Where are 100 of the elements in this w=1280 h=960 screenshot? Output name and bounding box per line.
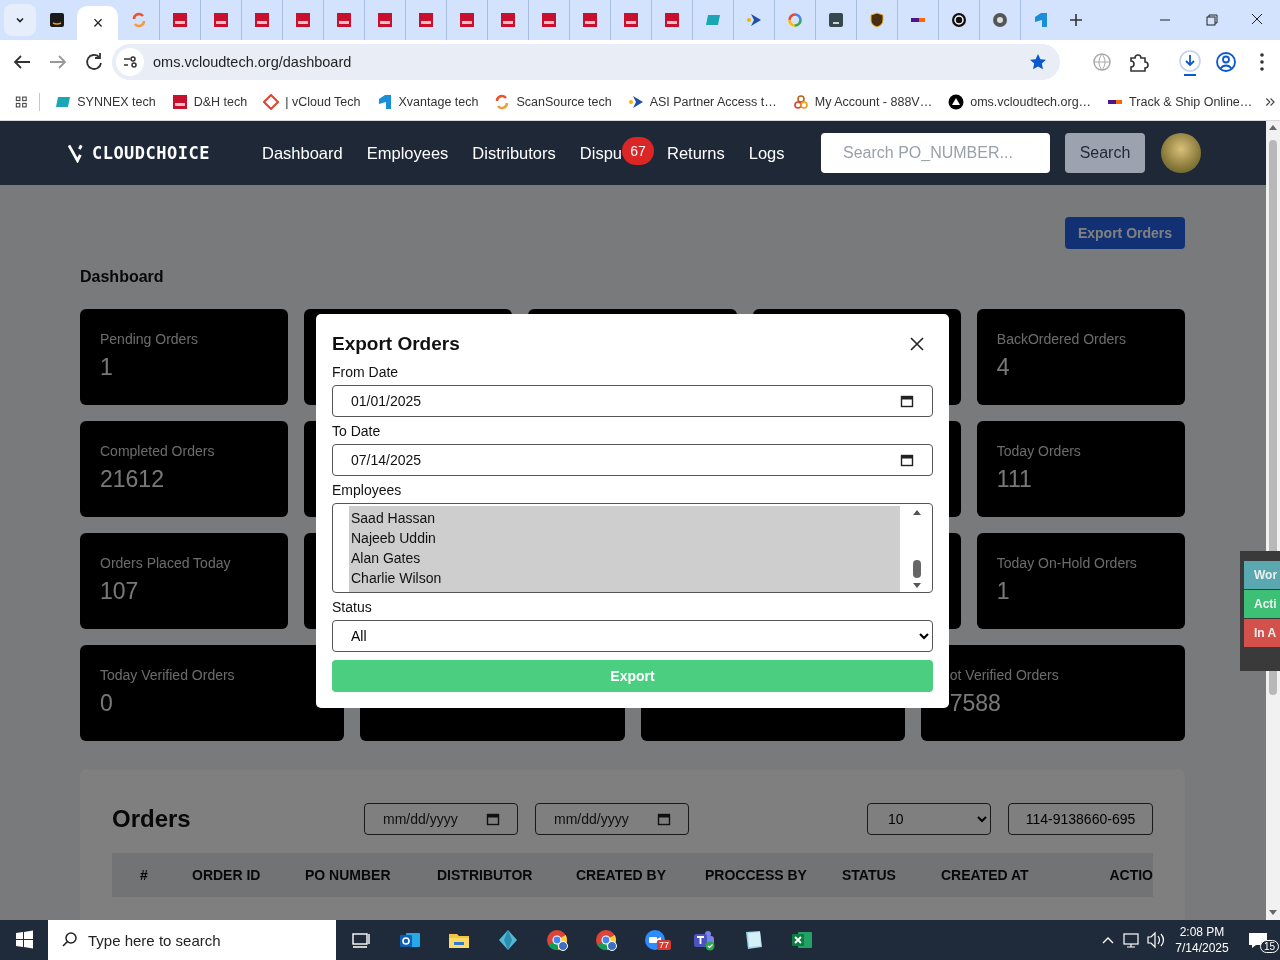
browser-tab[interactable]: ×: [77, 6, 118, 40]
search-field[interactable]: Type here to search: [48, 920, 336, 960]
clock-date[interactable]: 7/14/2025: [1175, 940, 1229, 956]
site-icon: [254, 12, 270, 28]
stat-value: 7588: [949, 690, 1002, 717]
nav-link[interactable]: Dispu: [579, 143, 622, 163]
site-icon: [213, 12, 229, 28]
site-icon: [131, 12, 147, 28]
bookmark[interactable]: ScanSource tech: [486, 88, 620, 116]
field-label: From Date: [332, 364, 400, 380]
logo-text: CLOUDCHOICE: [91, 143, 210, 163]
stat-value: 4: [996, 354, 1011, 381]
bookmark[interactable]: ASI Partner Access t…: [619, 88, 785, 116]
column-header: DISTRIBUTOR: [436, 867, 534, 883]
people-icon[interactable]: [691, 928, 716, 952]
column-header: #: [139, 867, 149, 883]
calendar-icon[interactable]: [900, 394, 914, 408]
star-icon[interactable]: [1028, 52, 1048, 72]
site-icon: [459, 12, 475, 28]
calendar-icon[interactable]: [900, 453, 914, 467]
site-settings-icon[interactable]: [116, 48, 144, 76]
page-size-select[interactable]: 10: [867, 803, 991, 835]
field-label: Employees: [332, 482, 403, 498]
site-icon: [787, 12, 803, 28]
stat-value: 111: [996, 466, 1033, 493]
site-icon: [418, 12, 434, 28]
stat-label: Today Orders: [996, 442, 1082, 460]
stat-value: 1: [996, 578, 1011, 605]
address-bar[interactable]: oms.vcloudtech.org/dashboard: [112, 44, 1060, 80]
site-icon: [664, 12, 680, 28]
field-label: To Date: [332, 423, 382, 439]
stat-value: 0: [100, 690, 114, 717]
stat-label: Completed Orders: [100, 442, 216, 460]
bookmark[interactable]: D&H tech: [163, 88, 256, 116]
search-field[interactable]: Search PO_NUMBER...: [821, 133, 1050, 173]
site-icon: [792, 94, 809, 110]
nav-link[interactable]: Logs: [748, 143, 785, 163]
column-header: CREATED AT: [940, 867, 1030, 883]
bookmark[interactable]: My Account - 888V…: [784, 88, 941, 116]
count-badge: 67: [622, 137, 654, 165]
site-icon: [172, 12, 188, 28]
count-badge: 15: [1260, 940, 1280, 953]
bookmark[interactable]: | vCloud Tech: [255, 88, 369, 116]
site-icon: [376, 94, 393, 110]
site-icon: [582, 12, 598, 28]
count-badge: 77: [657, 940, 671, 950]
bookmark[interactable]: SYNNEX tech: [47, 88, 164, 116]
site-icon: [494, 94, 511, 110]
dialog-title: Export Orders: [332, 333, 460, 355]
date-field[interactable]: 01/01/2025: [332, 385, 933, 417]
status-select[interactable]: All: [332, 620, 933, 652]
clock-time[interactable]: 2:08 PM: [1179, 924, 1225, 940]
site-icon: [869, 12, 885, 28]
stat-label: BackOrdered Orders: [996, 330, 1127, 348]
column-header: PO NUMBER: [304, 867, 392, 883]
date-field[interactable]: mm/dd/yyyy: [364, 803, 518, 835]
site-icon: [49, 12, 65, 28]
bookmark[interactable]: oms.vcloudtech.org…: [940, 88, 1100, 116]
site-icon: [705, 12, 721, 28]
avatar[interactable]: [1161, 133, 1201, 173]
search-icon: [61, 931, 79, 949]
site-icon: [951, 12, 967, 28]
site-icon: [295, 12, 311, 28]
site-icon: [948, 94, 965, 110]
page-title: Dashboard: [80, 267, 165, 287]
bookmark[interactable]: Track & Ship Online…: [1099, 88, 1261, 116]
column-header: STATUS: [841, 867, 897, 883]
logo[interactable]: CLOUDCHOICE: [68, 143, 210, 163]
stat-value: 1: [100, 354, 114, 381]
section-title: Orders: [112, 805, 192, 833]
url-text[interactable]: oms.vcloudtech.org/dashboard: [153, 54, 352, 70]
employee-list[interactable]: Saad Hassan Najeeb Uddin Alan Gates Charlie Wilson: [332, 503, 933, 593]
bookmark[interactable]: Xvantage tech: [368, 88, 487, 116]
stat-label: Pending Orders: [100, 330, 200, 348]
browser-icon[interactable]: [544, 928, 569, 952]
site-icon: [1033, 12, 1049, 28]
nav-link[interactable]: Employees: [366, 143, 449, 163]
nav-link[interactable]: Distributors: [472, 143, 556, 163]
search-button[interactable]: Search: [1065, 133, 1145, 173]
nav-link[interactable]: Returns: [667, 143, 725, 163]
site-icon: [336, 12, 352, 28]
site-icon: [992, 12, 1008, 28]
date-field[interactable]: 07/14/2025: [332, 444, 933, 476]
date-field[interactable]: mm/dd/yyyy: [535, 803, 689, 835]
stat-label: ot Verified Orders: [949, 666, 1060, 684]
column-header: PROCCESS BY: [704, 867, 808, 883]
column-header: CREATED BY: [575, 867, 667, 883]
nav-link[interactable]: Dashboard: [262, 143, 343, 163]
site-icon: [171, 94, 188, 110]
site-icon: [377, 12, 393, 28]
site-icon: [541, 12, 557, 28]
browser-icon[interactable]: [593, 928, 618, 952]
stat-value: 21612: [100, 466, 165, 493]
site-icon: [627, 94, 644, 110]
side-button[interactable]: In A: [1244, 619, 1280, 647]
search-field[interactable]: 114-9138660-695: [1008, 803, 1153, 835]
stat-label: Today On-Hold Orders: [996, 554, 1138, 572]
stat-value: 107: [100, 578, 140, 605]
close-icon[interactable]: [909, 336, 925, 352]
stat-label: Today Verified Orders: [100, 666, 236, 684]
